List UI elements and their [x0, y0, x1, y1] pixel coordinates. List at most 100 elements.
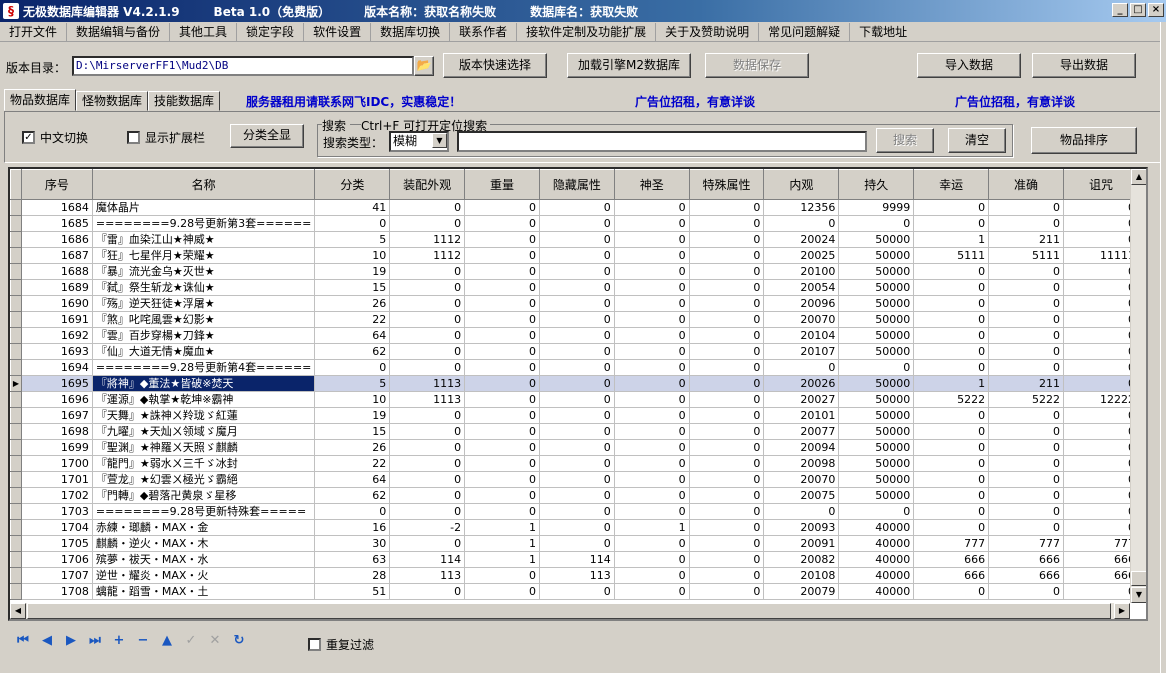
table-cell[interactable]: 1702 [21, 487, 93, 504]
row-indicator[interactable] [10, 343, 22, 360]
table-row[interactable]: 1700『龍門』★弱水ㄨ三千ゞ冰封22000002009850000000 [10, 455, 1146, 472]
table-cell[interactable]: 殡夢・祓天・MAX・水 [92, 551, 316, 568]
table-row[interactable]: 1685========9.28号更新第3套======00000000000 [10, 215, 1146, 232]
table-cell[interactable]: 1697 [21, 407, 93, 424]
table-cell[interactable]: 0 [1063, 375, 1140, 392]
row-indicator[interactable] [10, 247, 22, 264]
table-cell[interactable]: 0 [389, 487, 466, 504]
table-cell[interactable]: 0 [464, 263, 540, 280]
column-header[interactable]: 重量 [464, 169, 540, 200]
table-cell[interactable]: 0 [913, 487, 990, 504]
table-cell[interactable]: 0 [614, 343, 690, 360]
table-cell[interactable]: 0 [539, 359, 615, 376]
table-cell[interactable]: 20070 [763, 471, 840, 488]
table-cell[interactable]: 0 [614, 199, 690, 216]
table-cell[interactable]: 0 [314, 503, 391, 520]
table-cell[interactable]: 50000 [838, 391, 915, 408]
table-cell[interactable]: 0 [689, 391, 765, 408]
table-cell[interactable]: 1701 [21, 471, 93, 488]
table-cell[interactable]: 0 [913, 327, 990, 344]
table-cell[interactable]: 10 [314, 391, 391, 408]
table-cell[interactable]: 0 [689, 423, 765, 440]
table-cell[interactable]: 0 [838, 215, 915, 232]
table-cell[interactable]: 1694 [21, 359, 93, 376]
horizontal-scroll-thumb[interactable] [27, 603, 1111, 619]
table-cell[interactable]: 64 [314, 471, 391, 488]
menu-item[interactable]: 其他工具 [170, 22, 238, 41]
table-cell[interactable]: 1705 [21, 535, 93, 552]
table-cell[interactable]: 0 [464, 407, 540, 424]
table-cell[interactable]: 666 [1063, 567, 1140, 584]
table-cell[interactable]: 20054 [763, 279, 840, 296]
table-cell[interactable]: 0 [539, 343, 615, 360]
table-cell[interactable]: 1113 [389, 391, 466, 408]
table-row[interactable]: 1706 殡夢・祓天・MAX・水 63 114 1 114 0 0 20082 40000 666 6… [10, 551, 1146, 568]
table-cell[interactable]: 0 [389, 215, 466, 232]
table-cell[interactable]: 0 [614, 567, 690, 584]
table-cell[interactable]: 20107 [763, 343, 840, 360]
table-cell[interactable]: 1 [464, 535, 540, 552]
table-cell[interactable]: 0 [389, 327, 466, 344]
row-indicator[interactable] [10, 439, 22, 456]
vertical-scroll-thumb[interactable] [1131, 571, 1146, 586]
scroll-right-icon[interactable]: ▶ [1114, 603, 1130, 619]
table-cell[interactable]: 0 [1063, 583, 1140, 600]
table-cell[interactable]: 1687 [21, 247, 93, 264]
row-indicator[interactable] [10, 567, 22, 584]
refresh-icon[interactable]: ↻ [230, 632, 248, 650]
table-cell[interactable]: 0 [614, 263, 690, 280]
table-cell[interactable]: 0 [614, 279, 690, 296]
table-row[interactable]: ▶ 1695 『將神』◆董法★皆破※焚天 5 1113 0 0 0 0 20026 50000 1 21… [10, 375, 1146, 392]
table-cell[interactable]: 0 [464, 311, 540, 328]
table-cell[interactable]: 0 [1063, 215, 1140, 232]
table-cell[interactable]: 1690 [21, 295, 93, 312]
table-cell[interactable]: 0 [464, 583, 540, 600]
table-cell[interactable]: 0 [913, 455, 990, 472]
table-cell[interactable]: 0 [1063, 487, 1140, 504]
table-cell[interactable]: 50000 [838, 375, 915, 392]
menu-item[interactable]: 接软件定制及功能扩展 [517, 22, 657, 41]
table-cell[interactable]: 『將神』◆董法★皆破※焚天 [92, 375, 316, 392]
table-cell[interactable]: 16 [314, 519, 391, 536]
table-cell[interactable]: 20100 [763, 263, 840, 280]
table-cell[interactable]: 0 [389, 439, 466, 456]
table-cell[interactable]: 0 [464, 391, 540, 408]
table-cell[interactable]: 0 [1063, 311, 1140, 328]
table-cell[interactable]: 5222 [913, 391, 990, 408]
show-ext-checkbox[interactable]: 显示扩展栏 [127, 129, 205, 146]
table-cell[interactable]: 0 [689, 215, 765, 232]
table-cell[interactable]: 50000 [838, 295, 915, 312]
table-row[interactable]: 1689『弑』祭生斩龙★诛仙★15000002005450000000 [10, 279, 1146, 296]
table-row[interactable]: 1692『雲』百步穿楊★刀鋒★64000002010450000000 [10, 327, 1146, 344]
table-cell[interactable]: 0 [614, 311, 690, 328]
table-cell[interactable]: 『天舞』★誅神ㄨ羚珑ゞ紅蓮 [92, 407, 316, 424]
table-cell[interactable]: 0 [1063, 519, 1140, 536]
table-cell[interactable]: 0 [689, 199, 765, 216]
table-cell[interactable]: 114 [539, 551, 615, 568]
column-header[interactable]: 准确 [988, 169, 1064, 200]
table-row[interactable]: 1705 麒麟・逆火・MAX・木 30 0 1 0 0 0 20091 40000 777 777 77… [10, 535, 1146, 552]
table-cell[interactable]: 114 [389, 551, 466, 568]
table-cell[interactable]: 0 [539, 535, 615, 552]
save-data-button[interactable]: 数据保存 [705, 53, 809, 78]
table-cell[interactable]: 0 [689, 231, 765, 248]
table-cell[interactable]: 12222 [1063, 391, 1140, 408]
table-cell[interactable]: 9999 [838, 199, 915, 216]
edit-icon[interactable]: ▲ [158, 632, 176, 650]
table-cell[interactable]: 0 [614, 295, 690, 312]
row-indicator[interactable] [10, 263, 22, 280]
search-button[interactable]: 搜索 [876, 128, 934, 153]
table-cell[interactable]: 0 [539, 391, 615, 408]
table-cell[interactable]: 0 [614, 583, 690, 600]
table-cell[interactable]: 0 [689, 439, 765, 456]
table-cell[interactable]: 0 [689, 311, 765, 328]
table-cell[interactable]: 64 [314, 327, 391, 344]
table-cell[interactable]: 1688 [21, 263, 93, 280]
table-cell[interactable]: 666 [913, 567, 990, 584]
table-cell[interactable]: 0 [464, 375, 540, 392]
table-cell[interactable]: ========9.28号更新第4套====== [92, 359, 316, 376]
table-cell[interactable]: 19 [314, 407, 391, 424]
table-cell[interactable]: 666 [988, 551, 1064, 568]
table-cell[interactable]: ========9.28号更新特殊套===== [92, 503, 316, 520]
table-cell[interactable]: 15 [314, 423, 391, 440]
